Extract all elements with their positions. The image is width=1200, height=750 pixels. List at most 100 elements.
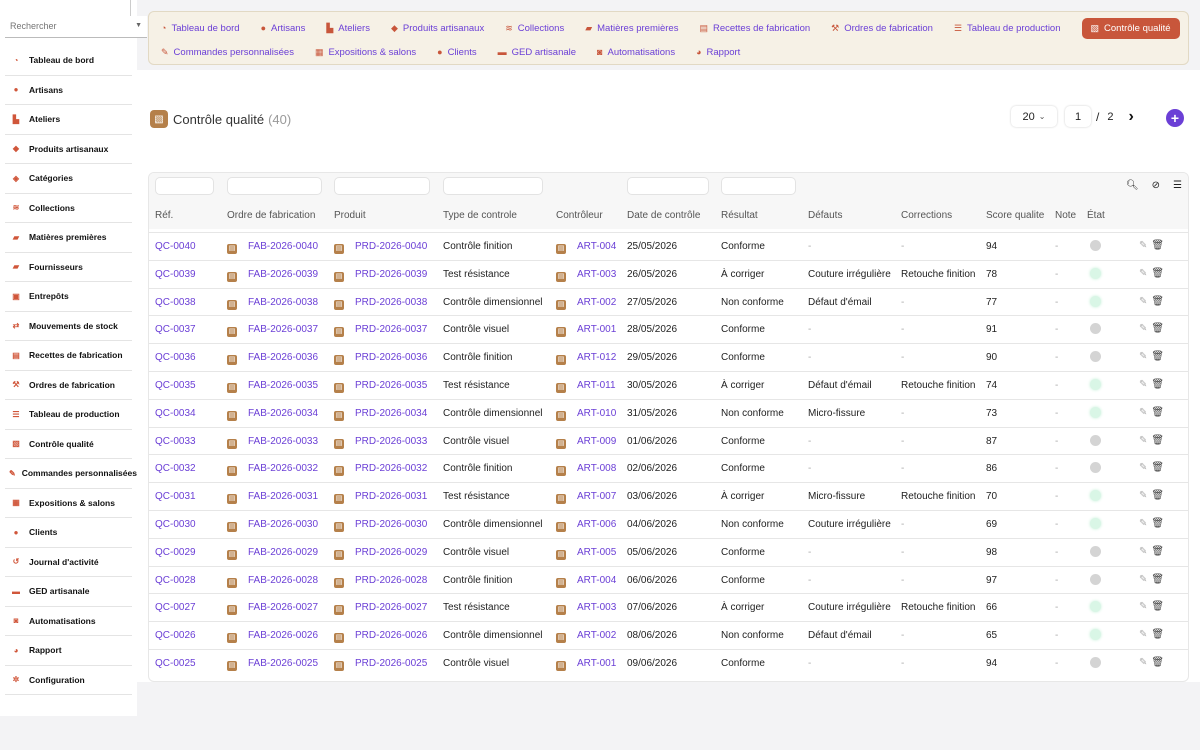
sidebar-item-fournisseurs[interactable]: ▰ Fournisseurs [5, 253, 132, 282]
pencil-icon[interactable]: ✎ [1139, 407, 1147, 418]
ordre-link[interactable]: ▤ FAB-2026-0034 [227, 408, 318, 421]
ref-link[interactable]: QC-0028 [155, 575, 196, 586]
sidebar-item-artisans[interactable]: ● Artisans [5, 76, 132, 105]
trash-icon[interactable]: 🗑︎ [1151, 574, 1164, 585]
pencil-icon[interactable]: ✎ [1139, 601, 1147, 612]
sidebar-item-ged-artisanale[interactable]: ▬ GED artisanale [5, 577, 132, 607]
pencil-icon[interactable]: ✎ [1139, 490, 1147, 501]
trash-icon[interactable]: 🗑︎ [1151, 657, 1164, 668]
tab-expositions-salons[interactable]: ▦ Expositions & salons [315, 42, 416, 62]
table-row[interactable]: QC-0033 ▤ FAB-2026-0033 ▤ PRD-2026-0033 Contr… [149, 426, 1188, 455]
ordre-link[interactable]: ▤ FAB-2026-0025 [227, 658, 318, 671]
controleur-link[interactable]: ▤ ART-004 [556, 241, 616, 254]
tab-clients[interactable]: ● Clients [437, 42, 476, 62]
produit-link[interactable]: ▤ PRD-2026-0027 [334, 602, 427, 616]
column-header[interactable]: Corrections [901, 210, 952, 221]
pencil-icon[interactable]: ✎ [1139, 240, 1147, 251]
produit-link[interactable]: ▤ PRD-2026-0033 [334, 436, 427, 449]
sidebar-item-journal-d-activite[interactable]: ↺ Journal d'activité [5, 548, 132, 577]
table-row[interactable]: QC-0025 ▤ FAB-2026-0025 ▤ PRD-2026-0025 Contr… [149, 648, 1188, 677]
table-row[interactable]: QC-0028 ▤ FAB-2026-0028 ▤ PRD-2026-0028 Contr… [149, 565, 1188, 594]
filter-ordre[interactable] [227, 177, 322, 195]
sidebar-item-mouvements-de-stock[interactable]: ⇄ Mouvements de stock [5, 312, 132, 341]
ordre-link[interactable]: ▤ FAB-2026-0029 [227, 547, 318, 560]
ref-link[interactable]: QC-0030 [155, 519, 196, 530]
table-row[interactable]: QC-0040 ▤ FAB-2026-0040 ▤ PRD-2026-0040 Contr… [149, 232, 1188, 260]
produit-link[interactable]: ▤ PRD-2026-0034 [334, 408, 427, 421]
status-dot[interactable] [1090, 240, 1101, 251]
pencil-icon[interactable]: ✎ [1139, 323, 1147, 334]
ref-link[interactable]: QC-0025 [155, 658, 196, 669]
sidebar-item-automatisations[interactable]: ◙ Automatisations [5, 607, 132, 636]
column-header[interactable]: Défauts [808, 210, 842, 221]
ordre-link[interactable]: ▤ FAB-2026-0033 [227, 436, 318, 449]
table-row[interactable]: QC-0038 ▤ FAB-2026-0038 ▤ PRD-2026-0038 Contr… [149, 287, 1188, 316]
filter-produit[interactable] [334, 177, 430, 195]
pencil-icon[interactable]: ✎ [1139, 435, 1147, 446]
trash-icon[interactable]: 🗑︎ [1151, 351, 1164, 362]
ordre-link[interactable]: ▤ FAB-2026-0037 [227, 324, 318, 338]
produit-link[interactable]: ▤ PRD-2026-0030 [334, 519, 427, 532]
sidebar-item-entrepots[interactable]: ▣ Entrepôts [5, 282, 132, 312]
sidebar-item-collections[interactable]: ≋ Collections [5, 194, 132, 223]
sidebar-item-commandes-personnalisees[interactable]: ✎ Commandes personnalisées [5, 459, 137, 489]
trash-icon[interactable]: 🗑︎ [1151, 462, 1164, 473]
tab-recettes-de-fabrication[interactable]: ▤ Recettes de fabrication [699, 18, 810, 38]
ordre-link[interactable]: ▤ FAB-2026-0028 [227, 575, 318, 588]
trash-icon[interactable]: 🗑︎ [1151, 240, 1164, 251]
search-box[interactable]: ▼ [5, 16, 147, 38]
tab-ged-artisanale[interactable]: ▬ GED artisanale [498, 42, 576, 62]
search-input[interactable] [5, 16, 125, 36]
controleur-link[interactable]: ▤ ART-001 [556, 324, 616, 338]
column-header[interactable]: Type de controle [443, 210, 517, 221]
column-header[interactable]: Date de contrôle [627, 210, 700, 221]
sidebar-item-categories[interactable]: ◈ Catégories [5, 164, 132, 194]
produit-link[interactable]: ▤ PRD-2026-0028 [334, 575, 427, 588]
produit-link[interactable]: ▤ PRD-2026-0025 [334, 658, 427, 671]
table-row[interactable]: QC-0027 ▤ FAB-2026-0027 ▤ PRD-2026-0027 Test … [149, 593, 1188, 621]
filter-resultat[interactable] [721, 177, 796, 195]
tab-collections[interactable]: ≋ Collections [505, 18, 564, 38]
trash-icon[interactable]: 🗑︎ [1151, 323, 1164, 334]
sidebar-item-matieres-premieres[interactable]: ▰ Matières premières [5, 223, 132, 253]
trash-icon[interactable]: 🗑︎ [1151, 601, 1164, 612]
ref-link[interactable]: QC-0034 [155, 408, 196, 419]
produit-link[interactable]: ▤ PRD-2026-0039 [334, 269, 427, 282]
produit-link[interactable]: ▤ PRD-2026-0026 [334, 630, 427, 644]
sidebar-item-controle-qualite[interactable]: ▧ Contrôle qualité [5, 430, 132, 459]
produit-link[interactable]: ▤ PRD-2026-0035 [334, 380, 427, 393]
controleur-link[interactable]: ▤ ART-009 [556, 436, 616, 449]
sidebar-item-expositions-salons[interactable]: ▦ Expositions & salons [5, 489, 132, 518]
produit-link[interactable]: ▤ PRD-2026-0038 [334, 297, 427, 310]
sidebar-item-ordres-de-fabrication[interactable]: ⚒ Ordres de fabrication [5, 371, 132, 400]
add-record-button[interactable]: + [1166, 109, 1184, 127]
sidebar-item-produits-artisanaux[interactable]: ◆ Produits artisanaux [5, 135, 132, 164]
controleur-link[interactable]: ▤ ART-003 [556, 602, 616, 616]
trash-icon[interactable]: 🗑︎ [1151, 435, 1164, 446]
current-page-input[interactable]: 1 [1065, 106, 1091, 127]
status-dot[interactable] [1090, 406, 1101, 418]
tab-ordres-de-fabrication[interactable]: ⚒ Ordres de fabrication [831, 18, 933, 38]
next-page-button[interactable]: › [1128, 108, 1133, 126]
sidebar-item-tableau-de-bord[interactable]: ◔ Tableau de bord [5, 46, 132, 76]
controleur-link[interactable]: ▤ ART-004 [556, 575, 616, 588]
sidebar-item-tableau-de-production[interactable]: ☰ Tableau de production [5, 400, 132, 430]
status-dot[interactable] [1090, 601, 1101, 613]
ref-link[interactable]: QC-0027 [155, 602, 196, 613]
status-dot[interactable] [1090, 517, 1101, 529]
produit-link[interactable]: ▤ PRD-2026-0029 [334, 547, 427, 560]
controleur-link[interactable]: ▤ ART-007 [556, 491, 616, 505]
pencil-icon[interactable]: ✎ [1139, 351, 1147, 362]
column-header[interactable]: État [1087, 210, 1105, 221]
ref-link[interactable]: QC-0031 [155, 491, 196, 502]
controleur-link[interactable]: ▤ ART-002 [556, 630, 616, 644]
status-dot[interactable] [1090, 295, 1101, 307]
sidebar-item-recettes-de-fabrication[interactable]: ▤ Recettes de fabrication [5, 341, 132, 371]
status-dot[interactable] [1090, 490, 1101, 502]
ref-link[interactable]: QC-0032 [155, 463, 196, 474]
column-header[interactable]: Note [1055, 210, 1076, 221]
pencil-icon[interactable]: ✎ [1139, 379, 1147, 390]
table-row[interactable]: QC-0036 ▤ FAB-2026-0036 ▤ PRD-2026-0036 Contr… [149, 343, 1188, 371]
pencil-icon[interactable]: ✎ [1139, 629, 1147, 640]
table-row[interactable]: QC-0031 ▤ FAB-2026-0031 ▤ PRD-2026-0031 Test … [149, 482, 1188, 510]
